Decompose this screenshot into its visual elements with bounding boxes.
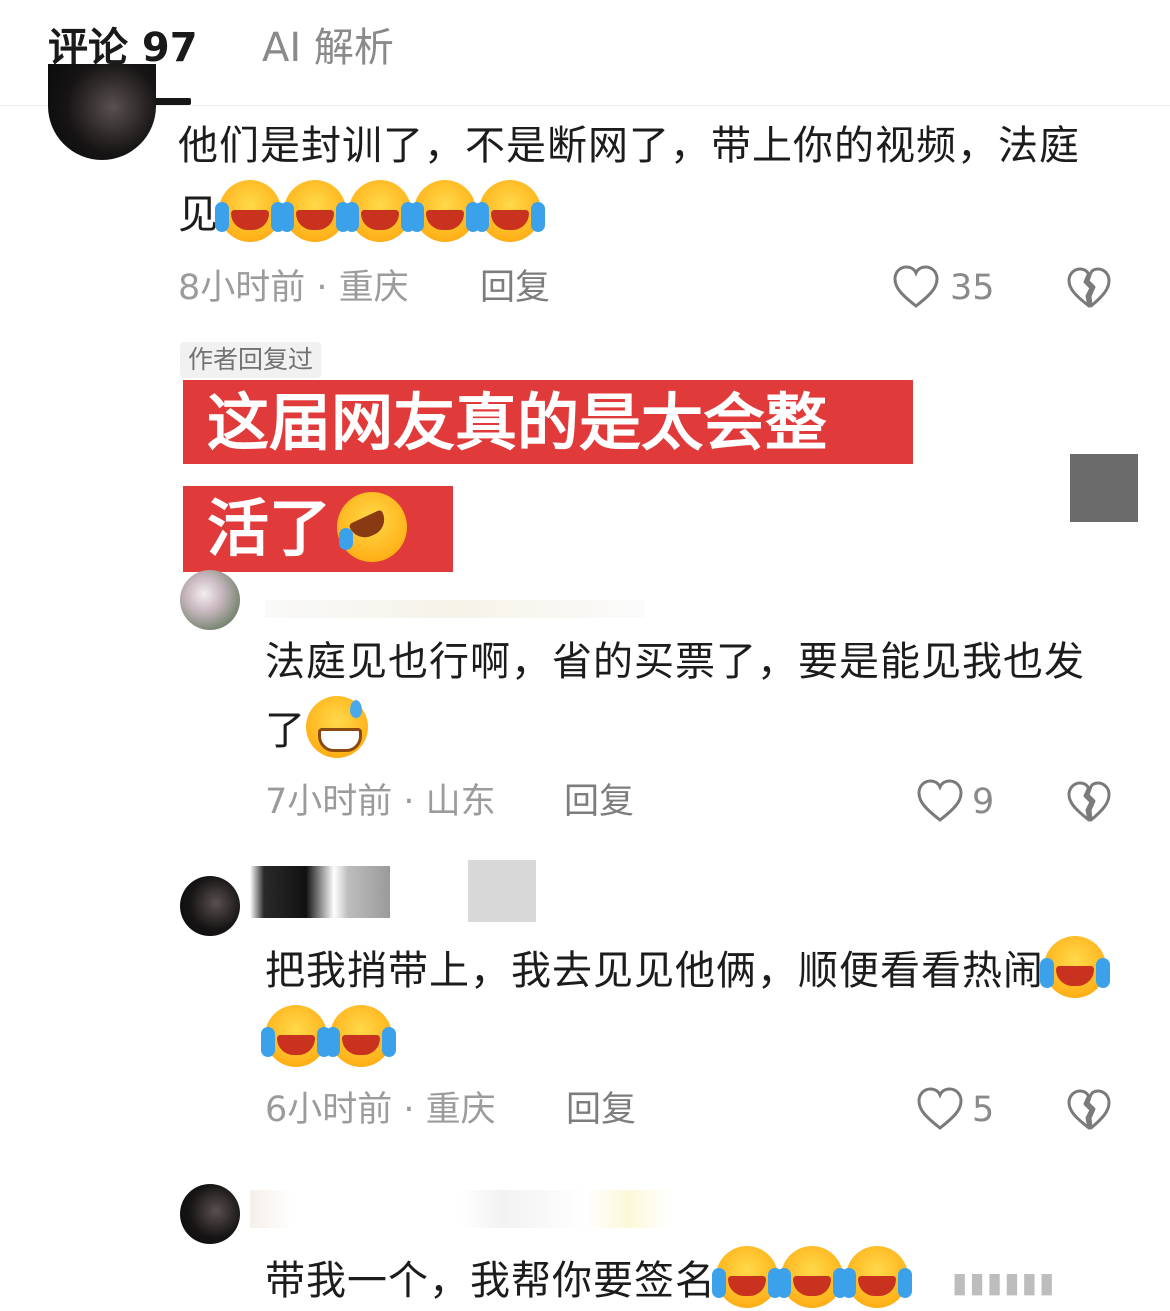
loudly-crying-face-icon [280,180,346,242]
obscured-element [1070,454,1138,522]
loudly-crying-face-icon [842,1246,908,1308]
grinning-face-with-sweat-icon [306,696,368,758]
rolling-on-the-floor-laughing-icon [337,492,408,562]
comment-body: 带我一个，我帮你要签名 [265,1258,716,1304]
comment-meta: 7小时前 · 山东 [265,782,496,822]
heart-outline-icon[interactable] [892,264,940,310]
broken-heart-icon[interactable] [1066,266,1112,310]
comment-text: 把我捎带上，我去见见他俩，顺便看看热闹 [261,936,1125,1074]
comment-body: 把我捎带上，我去见见他俩，顺便看看热闹 [265,948,1044,994]
avatar[interactable] [180,570,240,630]
comment-text: 他们是封训了，不是断网了，带上你的视频，法庭见 [178,112,1118,249]
tab-ai-analysis[interactable]: AI 解析 [262,24,394,72]
avatar[interactable] [180,1184,240,1244]
watermark-icon: ▮▮▮▮▮▮ [952,1266,1057,1299]
reply-button[interactable]: 回复 [480,266,550,310]
reply-button[interactable]: 回复 [564,780,634,824]
broken-heart-icon[interactable] [1066,1088,1112,1132]
avatar[interactable] [48,64,156,160]
broken-heart-icon[interactable] [1066,780,1112,824]
overlay-caption-line-2: 活了 [183,486,453,572]
author-replied-badge: 作者回复过 [180,342,322,378]
like-count: 5 [972,1090,995,1130]
obscured-username [250,1190,670,1228]
comment-meta: 6小时前 · 重庆 [265,1090,496,1130]
reply-button[interactable]: 回复 [566,1088,636,1132]
loudly-crying-face-icon [326,1005,392,1067]
comment-text: 法庭见也行啊，省的买票了，要是能见我也发了 [265,628,1125,765]
loudly-crying-face-icon [475,180,541,242]
loudly-crying-face-icon [345,180,411,242]
loudly-crying-face-icon [261,1005,327,1067]
heart-outline-icon[interactable] [916,778,964,824]
heart-outline-icon[interactable] [916,1086,964,1132]
loudly-crying-face-icon [410,180,476,242]
overlay-caption-line-1: 这届网友真的是太会整 [183,380,913,464]
loudly-crying-face-icon [215,180,281,242]
like-count: 35 [950,268,995,308]
comment-text: 带我一个，我帮你要签名 [265,1246,1025,1311]
loudly-crying-face-icon [777,1246,843,1308]
comment-tabs: 评论 97 AI 解析 [0,0,1170,106]
obscured-username [468,860,536,922]
overlay-caption-text: 活了 [207,492,332,565]
comment-meta: 8小时前 · 重庆 [178,268,409,308]
comment-body: 法庭见也行啊，省的买票了，要是能见我也发了 [265,639,1085,754]
obscured-username [250,866,390,918]
like-count: 9 [972,782,995,822]
loudly-crying-face-icon [1040,936,1106,998]
obscured-username [265,600,645,618]
avatar[interactable] [180,876,240,936]
loudly-crying-face-icon [712,1246,778,1308]
